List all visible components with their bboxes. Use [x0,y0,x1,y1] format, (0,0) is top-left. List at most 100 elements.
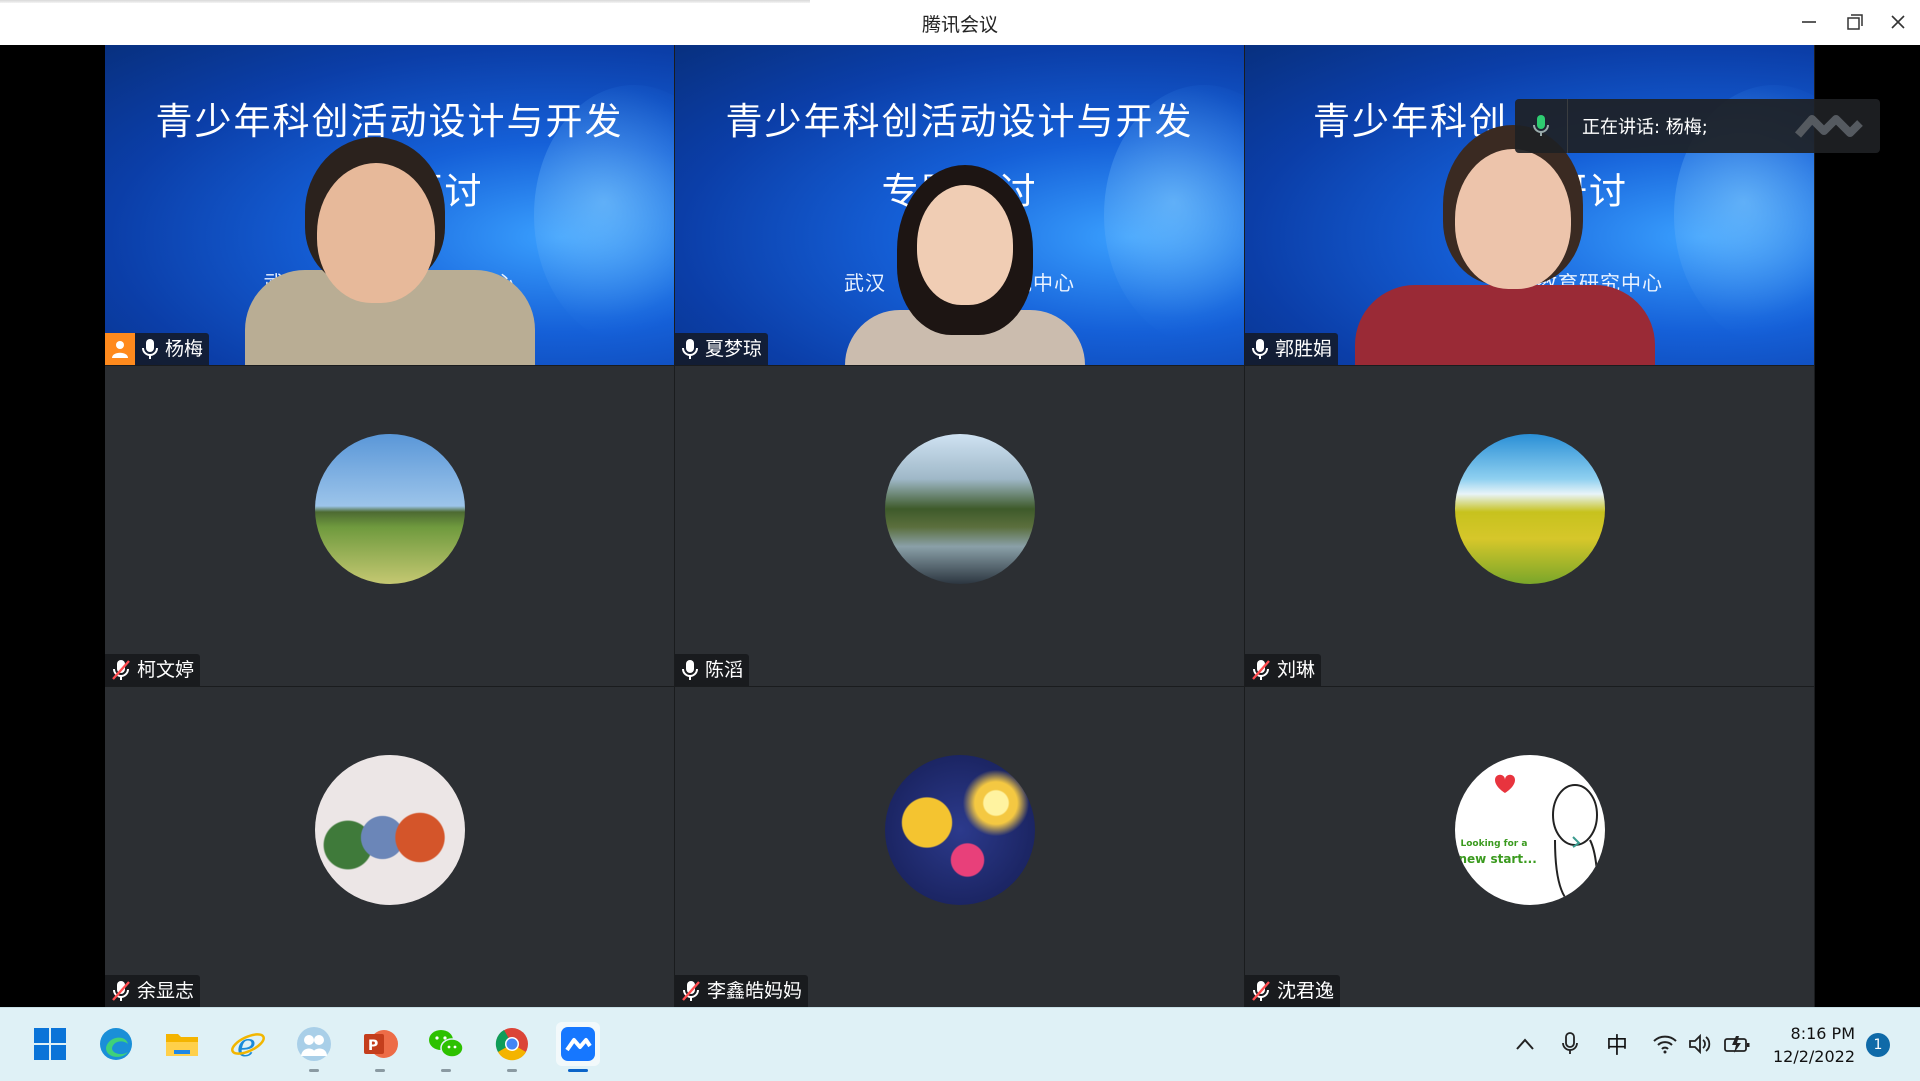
slide-title: 青少年科创活动设计与开发 [725,100,1194,143]
input-method-indicator[interactable]: 中 [1597,1022,1637,1066]
speaking-microphone-icon [1533,115,1549,136]
start-button[interactable] [28,1022,72,1066]
microphone-muted-icon [682,981,700,1001]
battery-charging-icon [1724,1036,1750,1053]
participant-video [845,165,1085,365]
participant-name: 杨梅 [165,338,204,360]
participant-name: 郭胜娟 [1275,338,1333,360]
minimize-button[interactable] [1788,9,1828,35]
microphone-icon [1252,339,1268,359]
wechat-icon [429,1030,464,1058]
volume-button[interactable] [1680,1022,1720,1066]
video-tile[interactable]: 柯文婷 [105,366,674,686]
participant-name: 余显志 [137,980,195,1002]
host-icon [105,333,135,365]
microphone-tray-button[interactable] [1550,1022,1590,1066]
video-tile[interactable]: 陈滔 [675,366,1244,686]
restore-icon [1847,14,1863,30]
microphone-icon [1562,1032,1578,1054]
video-tile[interactable]: 余显志 [105,687,674,1007]
powerpoint-icon: P [364,1030,398,1058]
taskbar: e P 中 8:16 PM 12/2/2022 1 [0,1007,1920,1081]
microphone-muted-icon [1252,660,1270,680]
video-grid: 青少年科创活动设计与开发 研讨 武汉 育研究中心 杨梅 青少年科 [105,45,1815,1007]
clock-time: 8:16 PM [1790,1024,1855,1043]
video-tile[interactable]: 青少年科创 题研讨 学教育研究中心 郭胜娟 [1245,45,1814,365]
avatar-caption-line1: Looking for a [1460,839,1528,849]
tencent-meeting-icon [561,1027,595,1061]
microphone-icon [682,339,698,359]
taskbar-app-explorer[interactable] [160,1022,204,1066]
participant-name: 刘琳 [1277,659,1316,681]
taskbar-app-wechat[interactable] [424,1022,468,1072]
volume-icon [1689,1034,1711,1054]
taskbar-clock[interactable]: 8:16 PM 12/2/2022 [1765,1022,1855,1068]
microphone-icon [142,339,158,359]
cartoon-illustration [1494,774,1598,904]
title-bar: 腾讯会议 [0,0,1920,46]
svg-text:P: P [368,1038,378,1054]
tencent-meeting-logo-icon [1794,115,1863,138]
file-explorer-icon [166,1034,198,1056]
avatar-caption-line2: new start... [1458,852,1537,866]
participant-nameplate: 李鑫皓妈妈 [675,975,809,1007]
minimize-icon [1802,21,1816,23]
notification-badge[interactable]: 1 [1866,1033,1890,1057]
taskbar-app-chrome[interactable] [490,1022,534,1072]
participant-video [1355,125,1655,365]
participant-name: 柯文婷 [137,659,195,681]
avatar [314,755,465,905]
speaking-text: 正在讲话: 杨梅; [1582,117,1708,138]
title-bar-shadow [0,0,810,3]
chrome-icon [495,1028,528,1061]
participant-nameplate: 陈滔 [675,654,750,686]
taskbar-app-edge[interactable] [94,1022,138,1066]
video-tile[interactable]: 青少年科创活动设计与开发 研讨 武汉 育研究中心 杨梅 [105,45,674,365]
battery-button[interactable] [1717,1022,1757,1066]
participant-name: 李鑫皓妈妈 [707,980,803,1002]
video-tile[interactable]: 青少年科创活动设计与开发 专题研讨 武汉 研究中心 夏梦琼 [675,45,1244,365]
participant-nameplate: 柯文婷 [105,654,201,686]
taskbar-app-tencent-meeting[interactable] [556,1022,600,1072]
microphone-muted-icon [112,981,130,1001]
participant-name: 沈君逸 [1277,980,1335,1002]
participant-nameplate: 沈君逸 [1245,975,1341,1007]
participant-nameplate: 余显志 [105,975,201,1007]
wifi-button[interactable] [1645,1022,1685,1066]
participant-nameplate: 郭胜娟 [1245,333,1339,365]
microphone-icon [682,660,698,680]
video-tile[interactable]: 李鑫皓妈妈 [675,687,1244,1007]
video-tile[interactable]: 刘琳 [1245,366,1814,686]
avatar [884,755,1035,905]
avatar: Looking for a new start... [1454,755,1605,905]
restore-button[interactable] [1834,9,1874,35]
meeting-people-icon [297,1027,331,1061]
microphone-muted-icon [112,660,130,680]
participant-nameplate: 杨梅 [105,333,210,365]
close-button[interactable] [1878,9,1918,35]
microphone-muted-icon [1252,981,1270,1001]
participant-name: 陈滔 [705,659,744,681]
chevron-up-icon [1516,1038,1534,1050]
close-icon [1891,15,1905,29]
video-tile[interactable]: Looking for a new start... 沈君逸 [1245,687,1814,1007]
participant-video [235,115,535,365]
avatar [314,434,465,584]
speaking-indicator: 正在讲话: 杨梅; [1515,99,1880,153]
participant-name: 夏梦琼 [705,338,763,360]
start-icon [34,1028,66,1060]
clock-date: 12/2/2022 [1772,1047,1855,1066]
svg-text:e: e [237,1026,256,1062]
taskbar-app-powerpoint[interactable]: P [358,1022,402,1072]
participant-nameplate: 刘琳 [1245,654,1322,686]
taskbar-app-meeting-people[interactable] [292,1022,336,1072]
participant-nameplate: 夏梦琼 [675,333,769,365]
window-title: 腾讯会议 [921,14,998,36]
taskbar-app-ie[interactable]: e [226,1022,270,1066]
avatar [1454,434,1605,584]
avatar [884,434,1035,584]
show-hidden-icons-button[interactable] [1505,1022,1545,1066]
meeting-area: 青少年科创活动设计与开发 研讨 武汉 育研究中心 杨梅 青少年科 [0,45,1920,1007]
ie-icon: e [231,1026,265,1062]
edge-icon [100,1028,132,1060]
